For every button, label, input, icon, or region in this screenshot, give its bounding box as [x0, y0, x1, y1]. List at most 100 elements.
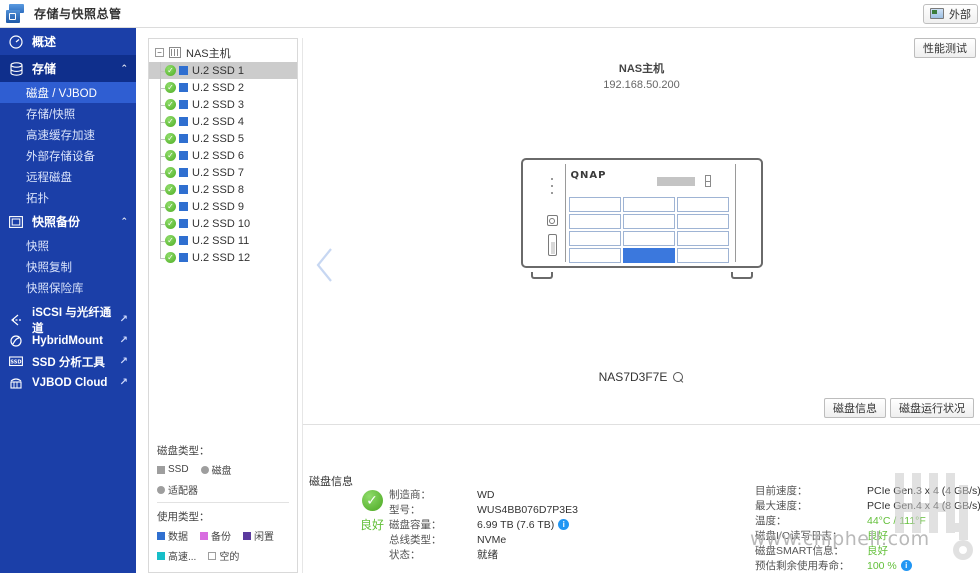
disk-list: ✓ U.2 SSD 1 ✓ U.2 SSD 2 ✓ U.2 SSD 3 ✓ U.2 SSD 4… — [149, 62, 297, 266]
legend-usage-row-1: 数据 备份 闲置 — [157, 528, 289, 543]
disk-label: U.2 SSD 8 — [192, 183, 244, 196]
legend-disk-types-row-2: 适配器 — [157, 482, 289, 497]
tab-disk-info[interactable]: 磁盘信息 — [824, 398, 886, 418]
disk-usage-swatch-icon — [179, 117, 188, 126]
legend-label: SSD — [168, 464, 189, 475]
disk-status-ok-icon: ✓ — [165, 65, 176, 76]
disk-label: U.2 SSD 5 — [192, 132, 244, 145]
tree-root-nas-host[interactable]: − NAS主机 — [149, 43, 297, 62]
disk-status-ok-icon: ✓ — [165, 235, 176, 246]
legend-swatch-idle-icon — [243, 531, 251, 540]
disk-info-left-field-key: 总线类型： — [389, 534, 442, 546]
chassis-power-button-icon — [546, 215, 558, 226]
tree-branch — [160, 189, 165, 191]
disk-label: U.2 SSD 7 — [192, 166, 244, 179]
disk-tree-item-8[interactable]: ✓ U.2 SSD 8 — [149, 181, 297, 198]
info-icon[interactable]: i — [558, 519, 570, 530]
disk-status-ok-icon: ✓ — [165, 218, 176, 229]
disk-info-right-field-key: 预估剩余使用寿命： — [755, 560, 850, 572]
legend-swatch-backup-icon — [200, 531, 208, 540]
drive-bay-12[interactable] — [676, 248, 729, 263]
sidebar-item-external-storage[interactable]: 外部存储设备 — [0, 145, 136, 166]
sidebar-item-storage[interactable]: 存储 ⌃ — [0, 55, 136, 82]
sidebar-item-snapshot-vault[interactable]: 快照保险库 — [0, 277, 136, 298]
disk-tree-item-9[interactable]: ✓ U.2 SSD 9 — [149, 198, 297, 215]
drive-bay-9[interactable] — [676, 231, 729, 246]
drive-bay-3[interactable] — [676, 197, 729, 212]
disk-label: U.2 SSD 4 — [192, 115, 244, 128]
dashboard-icon — [8, 34, 24, 50]
disk-info-right-field-value: PCIe Gen.4 x 4 (8 GB/s) — [867, 500, 980, 512]
sidebar-link-iscsi-fibre-channel[interactable]: iSCSI 与光纤通道 ↗ — [0, 307, 136, 335]
tree-branch — [160, 172, 165, 174]
performance-test-button[interactable]: 性能测试 — [914, 38, 976, 58]
disk-label: U.2 SSD 12 — [192, 251, 251, 264]
disk-info-right-field-key: 磁盘I/O读写日志： — [755, 530, 843, 542]
legend-label: 高速... — [168, 552, 197, 563]
disk-info-left-field-value: NVMe — [477, 534, 506, 546]
sidebar-link-vjbod-cloud[interactable]: VJBOD Cloud ↗ — [0, 372, 136, 393]
disk-tree-item-5[interactable]: ✓ U.2 SSD 5 — [149, 130, 297, 147]
sidebar-item-snapshot[interactable]: 快照 — [0, 235, 136, 256]
sidebar-item-disks-vjbod[interactable]: 磁盘 / VJBOD — [0, 82, 136, 103]
drive-bay-5[interactable] — [622, 214, 675, 229]
sidebar-item-topology[interactable]: 拓扑 — [0, 187, 136, 208]
drive-bay-6[interactable] — [676, 214, 729, 229]
disk-label: U.2 SSD 1 — [192, 64, 244, 77]
legend-item-cache: 高速... — [157, 548, 196, 563]
sidebar: 概述 存储 ⌃ 磁盘 / VJBOD 存储/快照 高速缓存加速 外部存储设备 远… — [0, 28, 136, 573]
legend-item-hdd: 磁盘 — [200, 462, 232, 477]
info-icon[interactable]: i — [900, 560, 912, 571]
disk-info-left-field-key: 磁盘容量： — [389, 519, 442, 531]
disk-status-ok-icon: ✓ — [165, 167, 176, 178]
legend-swatch-data-icon — [157, 531, 165, 540]
chevron-up-icon: ⌃ — [120, 63, 128, 73]
tree-expander-icon[interactable]: − — [155, 48, 164, 57]
disk-tree-item-1[interactable]: ✓ U.2 SSD 1 — [149, 62, 297, 79]
sidebar-item-overview[interactable]: 概述 — [0, 28, 136, 55]
disk-info-right-field-value: 44°C / 111°F — [867, 515, 926, 527]
disk-info-left-field-value-text: WUS4BB076D7P3E3 — [477, 503, 578, 516]
disk-label: U.2 SSD 3 — [192, 98, 244, 111]
drive-bay-10[interactable] — [568, 248, 621, 263]
sidebar-item-storage-snapshots[interactable]: 存储/快照 — [0, 103, 136, 124]
external-storage-button[interactable]: 外部 — [923, 3, 978, 24]
external-link-icon: ↗ — [119, 377, 128, 388]
legend-usage-row-2: 高速... 空的 — [157, 548, 289, 563]
sidebar-link-ssd-profiling-tool[interactable]: SSD SSD 分析工具 ↗ — [0, 351, 136, 372]
disk-usage-swatch-icon — [179, 185, 188, 194]
chassis-brand-label: QNAP — [570, 170, 607, 181]
disk-tree-item-11[interactable]: ✓ U.2 SSD 11 — [149, 232, 297, 249]
sidebar-item-snapshot-replica[interactable]: 快照复制 — [0, 256, 136, 277]
legend-item-ssd: SSD — [157, 464, 189, 475]
legend-label: 闲置 — [254, 532, 274, 543]
disk-tree-item-2[interactable]: ✓ U.2 SSD 2 — [149, 79, 297, 96]
disk-tree-item-7[interactable]: ✓ U.2 SSD 7 — [149, 164, 297, 181]
storage-snapshot-manager-window: 存储与快照总管 外部 概述 存储 ⌃ 磁盘 / VJBOD 存储/快照 高速缓存… — [0, 0, 980, 573]
disk-tree-item-4[interactable]: ✓ U.2 SSD 4 — [149, 113, 297, 130]
drive-bay-11[interactable] — [622, 248, 675, 263]
tab-disk-health[interactable]: 磁盘运行状况 — [890, 398, 974, 418]
disk-tree-item-3[interactable]: ✓ U.2 SSD 3 — [149, 96, 297, 113]
disk-tree-item-12[interactable]: ✓ U.2 SSD 12 — [149, 249, 297, 266]
nas-name: NAS主机 — [618, 63, 665, 75]
sidebar-item-snapshot-backup[interactable]: 快照备份 ⌃ — [0, 208, 136, 235]
magnifier-icon[interactable] — [673, 371, 684, 383]
drive-bay-1[interactable] — [568, 197, 621, 212]
disk-usage-swatch-icon — [179, 219, 188, 228]
chassis-led-indicators — [550, 178, 553, 194]
drive-bay-2[interactable] — [622, 197, 675, 212]
disk-usage-swatch-icon — [179, 100, 188, 109]
disk-tree-item-6[interactable]: ✓ U.2 SSD 6 — [149, 147, 297, 164]
disk-tree-item-10[interactable]: ✓ U.2 SSD 10 — [149, 215, 297, 232]
disk-info-title: 磁盘信息 — [309, 476, 353, 488]
drive-bay-8[interactable] — [622, 231, 675, 246]
drive-bay-4[interactable] — [568, 214, 621, 229]
sidebar-item-remote-disk[interactable]: 远程磁盘 — [0, 166, 136, 187]
sidebar-item-label: 快照 — [26, 240, 49, 253]
drive-bay-7[interactable] — [568, 231, 621, 246]
disk-info-right-field-value-text: 100 % — [867, 559, 897, 572]
sidebar-item-cache-acceleration[interactable]: 高速缓存加速 — [0, 124, 136, 145]
legend-panel: 磁盘类型： SSD 磁盘 适配器 使用类型： 数据 备份 闲置 高速... 空的 — [149, 437, 297, 572]
disk-info-right-field-value-text: PCIe Gen.3 x 4 (4 GB/s) — [867, 484, 980, 497]
